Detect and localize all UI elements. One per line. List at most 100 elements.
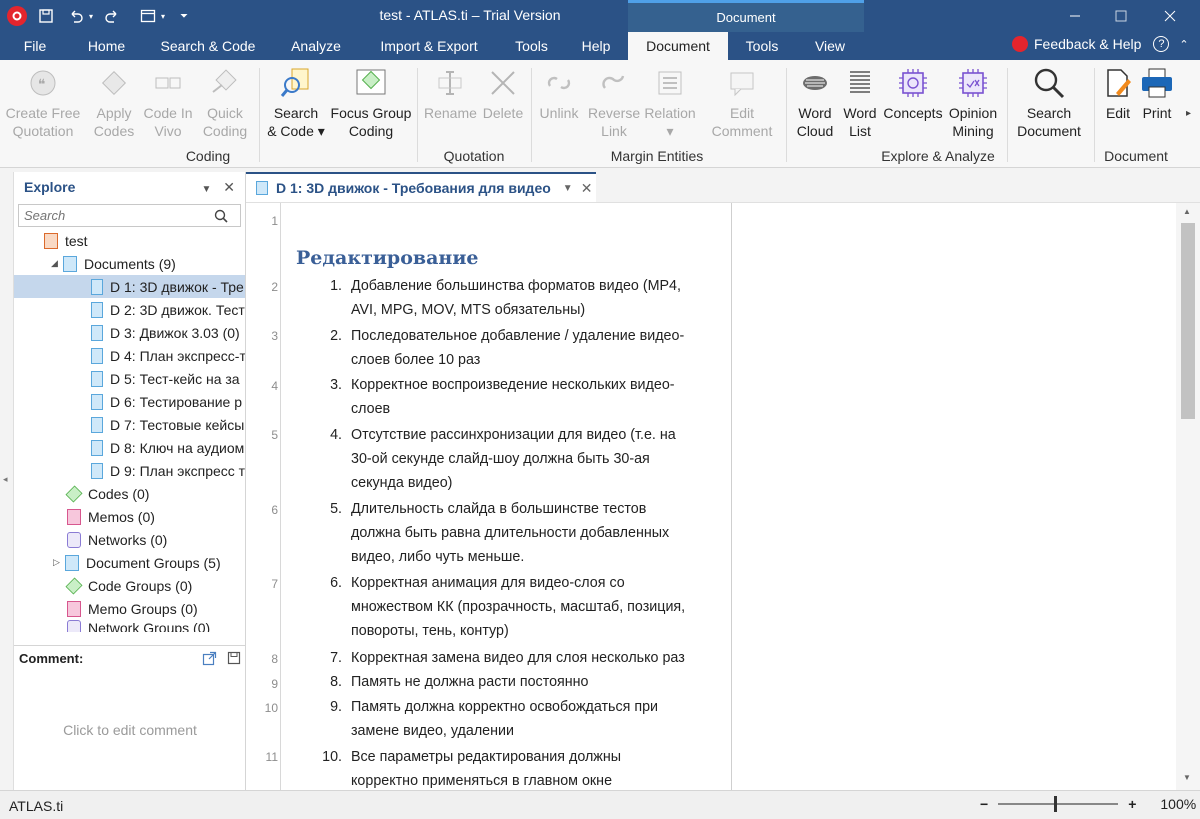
tab-analyze[interactable]: Analyze	[273, 32, 359, 60]
focus-group-coding-button[interactable]: Focus Group Coding	[330, 66, 412, 140]
tab-file[interactable]: File	[0, 32, 70, 60]
tab-close-icon[interactable]: ✕	[581, 180, 593, 197]
tree-node-network-groups[interactable]: Network Groups (0)	[14, 620, 245, 632]
expand-left-icon[interactable]: ◂	[3, 474, 8, 485]
tab-dropdown-icon[interactable]: ▼	[563, 183, 573, 194]
comment-pane: Comment: Click to edit comment	[14, 645, 246, 790]
tree-node-document-groups[interactable]: ▷ Document Groups (5)	[14, 551, 245, 574]
window-layout-icon[interactable]	[137, 5, 159, 27]
undo-icon[interactable]	[65, 5, 87, 27]
ribbon-scroll-right-icon[interactable]: ▸	[1186, 108, 1191, 119]
tree-node-networks[interactable]: Networks (0)	[14, 528, 245, 551]
document-tab[interactable]: D 1: 3D движок - Требования для видео ▼ …	[246, 172, 596, 202]
tree-node-document[interactable]: D 3: Движок 3.03 (0)	[14, 321, 245, 344]
save-comment-icon[interactable]	[227, 651, 241, 665]
scroll-up-icon[interactable]: ▲	[1183, 207, 1191, 216]
ribbon-separator	[1094, 68, 1095, 162]
tree-node-document[interactable]: D 8: Ключ на аудиом	[14, 436, 245, 459]
vertical-scrollbar[interactable]: ▲ ▼	[1176, 203, 1200, 791]
tab-help[interactable]: Help	[564, 32, 628, 60]
margin-area-divider	[731, 203, 732, 791]
zoom-slider-knob[interactable]	[1054, 796, 1058, 812]
word-cloud-button[interactable]: Word Cloud	[792, 66, 838, 140]
tree-node-document[interactable]: D 7: Тестовые кейсы	[14, 413, 245, 436]
tab-tools[interactable]: Tools	[499, 32, 564, 60]
layout-dropdown-icon[interactable]: ▾	[161, 12, 165, 21]
tree-node-project[interactable]: test	[14, 229, 245, 252]
save-icon[interactable]	[35, 5, 57, 27]
customize-toolbar-icon[interactable]: ⏷	[173, 5, 195, 27]
unlink-button[interactable]: Unlink	[536, 66, 582, 122]
code-in-vivo-button[interactable]: Code In Vivo	[142, 66, 194, 140]
search-code-button[interactable]: Search & Code ▾	[266, 66, 326, 140]
project-tree: test ◢ Documents (9) D 1: 3D движок - Тр…	[14, 229, 245, 632]
concepts-button[interactable]: Concepts	[882, 66, 944, 122]
create-free-quotation-button[interactable]: ❝ Create Free Quotation	[4, 66, 82, 140]
text-document-icon	[91, 462, 103, 479]
undo-dropdown-icon[interactable]: ▾	[89, 12, 93, 21]
paragraph-number: 11	[265, 750, 278, 764]
left-dock-edge[interactable]: ◂	[0, 172, 14, 790]
tree-node-document[interactable]: D 2: 3D движок. Тест	[14, 298, 245, 321]
tab-document[interactable]: Document	[628, 32, 728, 60]
apply-codes-button[interactable]: Apply Codes	[90, 66, 138, 140]
code-groups-label: Code Groups (0)	[88, 577, 193, 594]
edit-comment-button[interactable]: Edit Comment	[706, 66, 778, 140]
zoom-in-button[interactable]: +	[1128, 796, 1136, 812]
tree-node-document[interactable]: D 6: Тестирование р	[14, 390, 245, 413]
tree-node-document[interactable]: D 9: План экспресс т	[14, 459, 245, 482]
maximize-icon[interactable]	[1098, 0, 1144, 32]
text-document-icon	[91, 439, 103, 456]
help-icon[interactable]: ?	[1153, 36, 1170, 52]
search-document-button[interactable]: Search Document	[1012, 66, 1086, 140]
zoom-out-button[interactable]: −	[980, 796, 988, 812]
tree-node-codes[interactable]: Codes (0)	[14, 482, 245, 505]
edit-button[interactable]: Edit	[1100, 66, 1136, 122]
redo-icon[interactable]	[101, 5, 123, 27]
relation-button[interactable]: Relation ▾	[643, 66, 697, 140]
tree-node-code-groups[interactable]: Code Groups (0)	[14, 574, 245, 597]
scrollbar-thumb[interactable]	[1181, 223, 1195, 419]
search-icon[interactable]	[214, 209, 228, 223]
tree-node-memo-groups[interactable]: Memo Groups (0)	[14, 597, 245, 620]
text-document-icon	[91, 393, 103, 410]
pane-close-icon[interactable]: ✕	[223, 179, 235, 195]
delete-button[interactable]: Delete	[480, 66, 526, 122]
tree-node-document[interactable]: D 5: Тест-кейс на за	[14, 367, 245, 390]
opinion-mining-button[interactable]: Opinion Mining	[944, 66, 1002, 140]
reverse-link-button[interactable]: Reverse Link	[588, 66, 640, 140]
tab-document-tools[interactable]: Tools	[728, 32, 796, 60]
quick-coding-button[interactable]: Quick Coding	[200, 66, 250, 140]
paragraph-number: 10	[264, 701, 278, 715]
word-list-button[interactable]: Word List	[840, 66, 880, 140]
feedback-help-button[interactable]: Feedback & Help ? ⌃	[1012, 36, 1189, 52]
tree-node-documents[interactable]: ◢ Documents (9)	[14, 252, 245, 275]
tree-node-document[interactable]: D 1: 3D движок - Тре	[14, 275, 245, 298]
zoom-slider[interactable]	[998, 796, 1119, 812]
tab-search-code[interactable]: Search & Code	[143, 32, 273, 60]
document-label: D 7: Тестовые кейсы	[110, 416, 245, 433]
tab-home[interactable]: Home	[70, 32, 143, 60]
close-icon[interactable]	[1147, 0, 1193, 32]
tree-node-memos[interactable]: Memos (0)	[14, 505, 245, 528]
document-groups-label: Document Groups (5)	[86, 554, 221, 571]
rename-button[interactable]: Rename	[424, 66, 477, 122]
comment-header: Comment:	[14, 646, 245, 670]
comment-hint[interactable]: Click to edit comment	[14, 722, 246, 738]
group-label-margin-entities: Margin Entities	[610, 148, 704, 164]
collapse-ribbon-icon[interactable]: ⌃	[1179, 38, 1188, 51]
opinion-mining-chip-icon	[956, 66, 990, 100]
collapse-arrow-icon[interactable]: ◢	[51, 258, 63, 269]
atlas-logo-icon[interactable]	[7, 6, 27, 26]
explore-search-input[interactable]	[24, 208, 214, 223]
minimize-icon[interactable]	[1052, 0, 1098, 32]
tab-import-export[interactable]: Import & Export	[359, 32, 499, 60]
scroll-down-icon[interactable]: ▼	[1183, 773, 1191, 782]
expand-arrow-icon[interactable]: ▷	[53, 557, 65, 568]
print-button[interactable]: Print	[1138, 66, 1176, 122]
open-external-icon[interactable]	[202, 651, 217, 666]
tree-node-document[interactable]: D 4: План экспресс-т	[14, 344, 245, 367]
tab-view[interactable]: View	[796, 32, 864, 60]
group-label-quotation: Quotation	[443, 148, 505, 164]
pane-menu-dropdown-icon[interactable]: ▼	[201, 184, 211, 195]
